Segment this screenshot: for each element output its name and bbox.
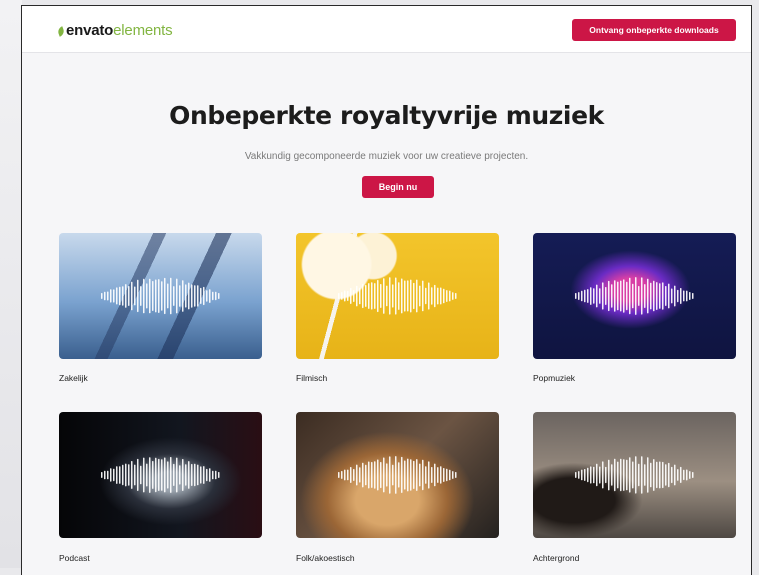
sound-wave-icon bbox=[338, 456, 457, 494]
category-image-popcorn[interactable] bbox=[296, 233, 499, 359]
sound-wave-icon bbox=[101, 457, 220, 493]
sound-wave-icon bbox=[101, 277, 220, 315]
category-label[interactable]: Achtergrond bbox=[533, 553, 579, 563]
category-card-folk[interactable]: Folk/akoestisch bbox=[296, 412, 499, 563]
envato-logo[interactable]: envato elements bbox=[56, 22, 173, 39]
category-card-podcast[interactable]: Podcast bbox=[59, 412, 262, 563]
start-now-button[interactable]: Begin nu bbox=[362, 176, 434, 198]
category-label[interactable]: Zakelijk bbox=[59, 373, 88, 383]
browser-page: envato elements Ontvang onbeperkte downl… bbox=[21, 5, 752, 575]
top-nav: envato elements Ontvang onbeperkte downl… bbox=[22, 6, 751, 53]
desktop-background bbox=[0, 0, 22, 568]
page-subtitle: Vakkundig gecomponeerde muziek voor uw c… bbox=[244, 151, 529, 162]
category-label[interactable]: Filmisch bbox=[296, 373, 327, 383]
category-card-filmisch[interactable]: Filmisch bbox=[296, 233, 499, 383]
category-label[interactable]: Folk/akoestisch bbox=[296, 553, 355, 563]
category-label[interactable]: Popmuziek bbox=[533, 373, 575, 383]
category-card-achtergrond[interactable]: Achtergrond bbox=[533, 412, 736, 563]
leaf-icon bbox=[56, 25, 66, 37]
page-title: Onbeperkte royaltyvrije muziek bbox=[169, 101, 604, 130]
get-unlimited-downloads-button[interactable]: Ontvang onbeperkte downloads bbox=[572, 19, 736, 41]
logo-text-bold: envato bbox=[66, 22, 114, 39]
sound-wave-icon bbox=[575, 456, 694, 494]
category-image-cafe[interactable] bbox=[533, 412, 736, 538]
sound-wave-icon bbox=[575, 277, 694, 315]
category-card-zakelijk[interactable]: Zakelijk bbox=[59, 233, 262, 383]
category-image-headphones[interactable] bbox=[533, 233, 736, 359]
category-label[interactable]: Podcast bbox=[59, 553, 90, 563]
sound-wave-icon bbox=[338, 277, 457, 315]
category-card-popmuziek[interactable]: Popmuziek bbox=[533, 233, 736, 383]
category-image-guitar[interactable] bbox=[296, 412, 499, 538]
logo-text-light: elements bbox=[113, 22, 173, 39]
category-image-city[interactable] bbox=[59, 233, 262, 359]
category-image-microphone[interactable] bbox=[59, 412, 262, 538]
